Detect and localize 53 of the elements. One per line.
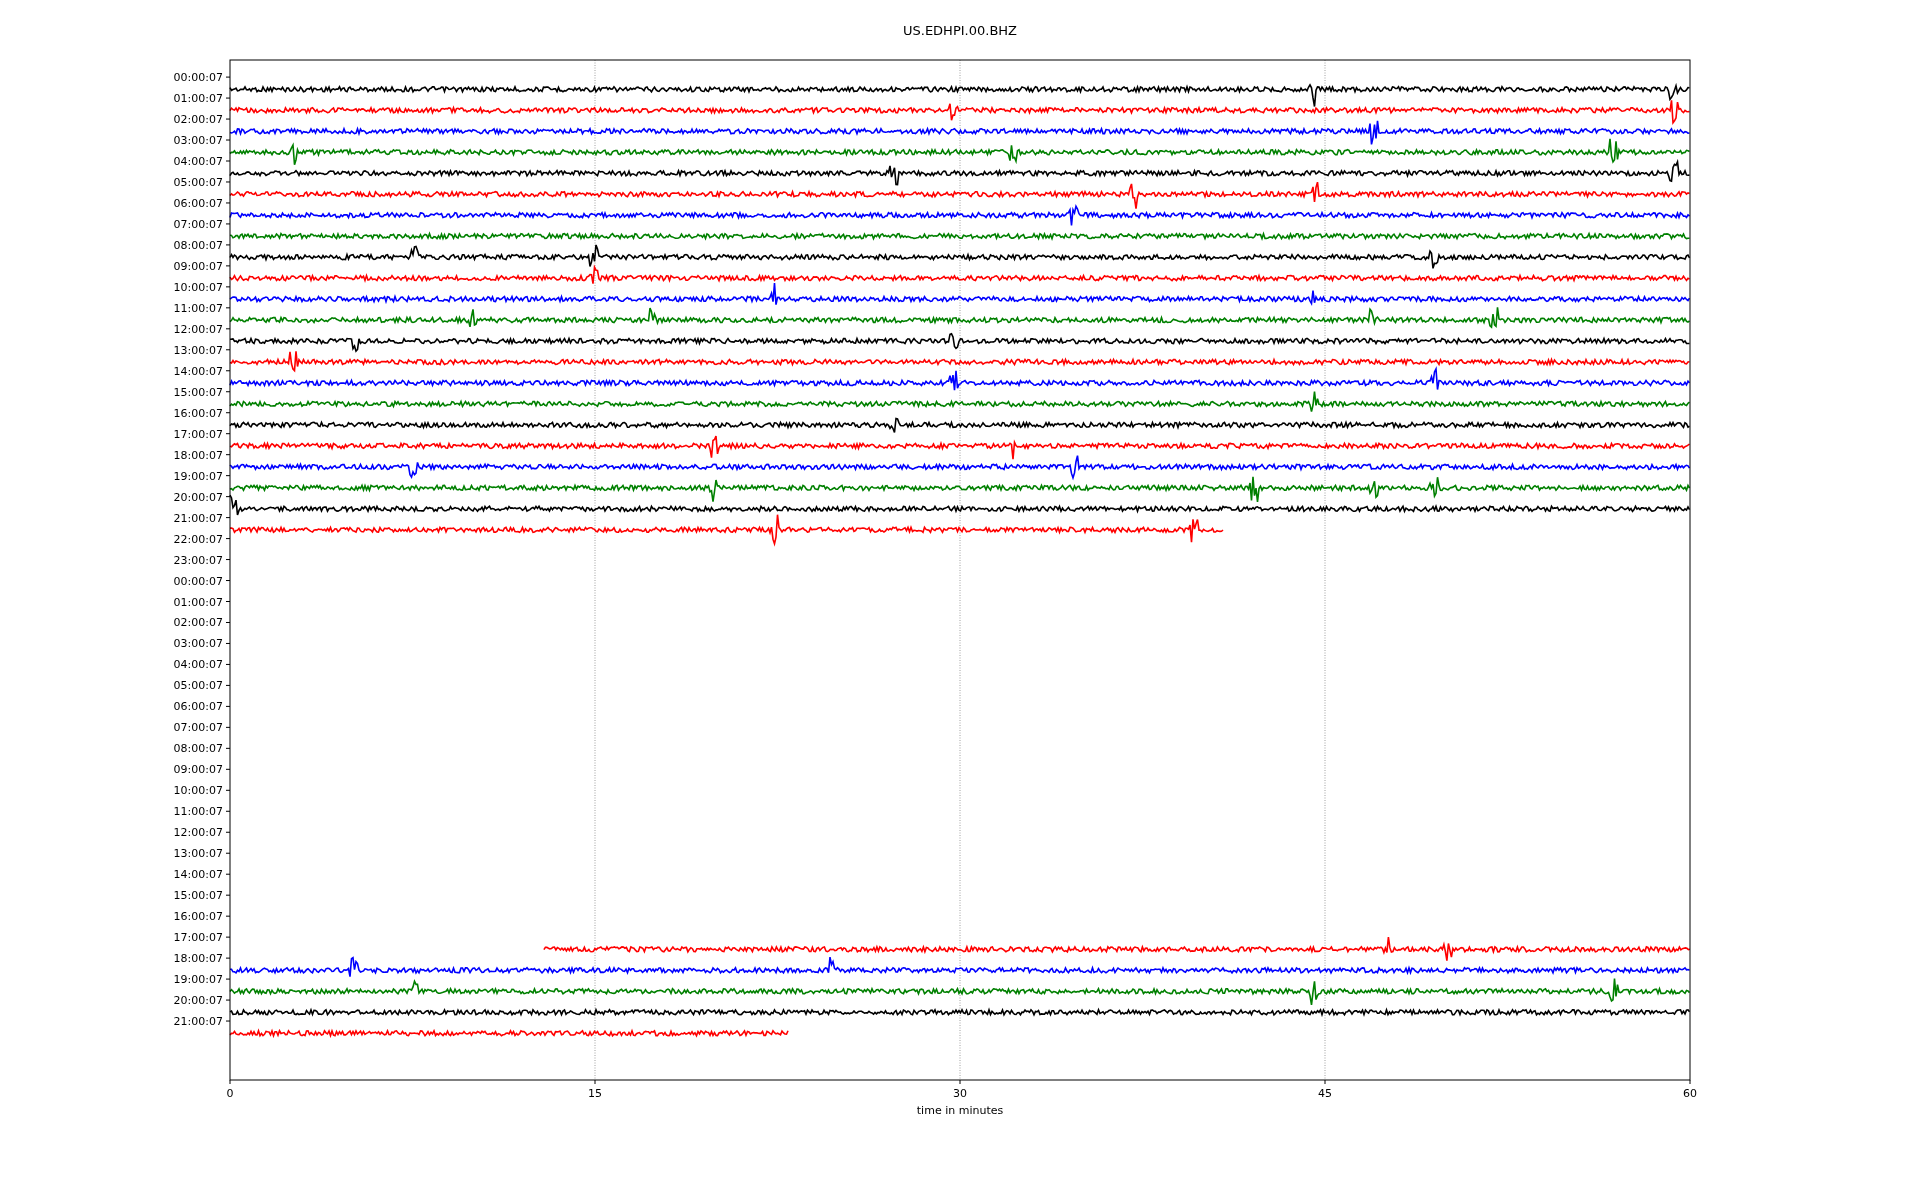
y-tick-label: 16:00:07	[173, 910, 223, 924]
y-tick-label: 00:00:07	[173, 71, 223, 85]
y-tick-label: 06:00:07	[173, 196, 223, 210]
y-tick-label: 10:00:07	[173, 784, 223, 798]
y-tick-label: 05:00:07	[173, 679, 223, 693]
y-tick-label: 13:00:07	[173, 343, 223, 357]
y-tick-label: 16:00:07	[173, 406, 223, 420]
y-tick-label: 03:00:07	[173, 637, 223, 651]
y-tick-label: 22:00:07	[173, 532, 223, 546]
x-tick-label: 30	[953, 1087, 967, 1100]
y-tick-label: 14:00:07	[173, 364, 223, 378]
y-tick-label: 09:00:07	[173, 259, 223, 273]
y-tick-label: 02:00:07	[173, 113, 223, 127]
y-tick-label: 10:00:07	[173, 280, 223, 294]
y-tick-label: 01:00:07	[173, 92, 223, 106]
y-tick-label: 20:00:07	[173, 994, 223, 1008]
y-tick-label: 04:00:07	[173, 658, 223, 672]
y-tick-label: 17:00:07	[173, 931, 223, 945]
x-tick-label: 45	[1318, 1087, 1332, 1100]
y-tick-label: 03:00:07	[173, 134, 223, 148]
y-tick-label: 21:00:07	[173, 1015, 223, 1029]
y-tick-label: 21:00:07	[173, 511, 223, 525]
y-tick-label: 02:00:07	[173, 616, 223, 630]
x-axis-label: time in minutes	[916, 1104, 1004, 1117]
y-tick-label: 20:00:07	[173, 490, 223, 504]
y-tick-label: 15:00:07	[173, 889, 223, 903]
y-tick-label: 15:00:07	[173, 385, 223, 399]
y-tick-label: 11:00:07	[173, 301, 223, 315]
x-tick-label: 15	[588, 1087, 602, 1100]
plot-title: US.EDHPI.00.BHZ	[903, 23, 1017, 38]
y-tick-label: 07:00:07	[173, 721, 223, 735]
y-tick-label: 12:00:07	[173, 826, 223, 840]
y-tick-label: 11:00:07	[173, 805, 223, 819]
y-tick-label: 17:00:07	[173, 427, 223, 441]
y-tick-label: 13:00:07	[173, 847, 223, 861]
y-tick-label: 00:00:07	[173, 574, 223, 588]
y-tick-label: 04:00:07	[173, 155, 223, 168]
y-tick-label: 18:00:07	[173, 952, 223, 966]
y-tick-label: 07:00:07	[173, 217, 223, 231]
y-tick-label: 05:00:07	[173, 176, 223, 189]
y-tick-label: 18:00:07	[173, 448, 223, 462]
y-tick-label: 06:00:07	[173, 700, 223, 714]
y-tick-label: 08:00:07	[173, 238, 223, 252]
y-tick-label: 19:00:07	[173, 469, 223, 483]
y-tick-label: 14:00:07	[173, 868, 223, 882]
x-tick-label: 0	[226, 1087, 234, 1100]
y-tick-label: 23:00:07	[173, 553, 223, 567]
y-tick-label: 19:00:07	[173, 973, 223, 987]
y-tick-label: 08:00:07	[173, 742, 223, 756]
y-tick-label: 12:00:07	[173, 322, 223, 336]
y-tick-label: 01:00:07	[173, 595, 223, 609]
x-tick-label: 60	[1683, 1087, 1697, 1100]
y-tick-label: 09:00:07	[173, 763, 223, 777]
